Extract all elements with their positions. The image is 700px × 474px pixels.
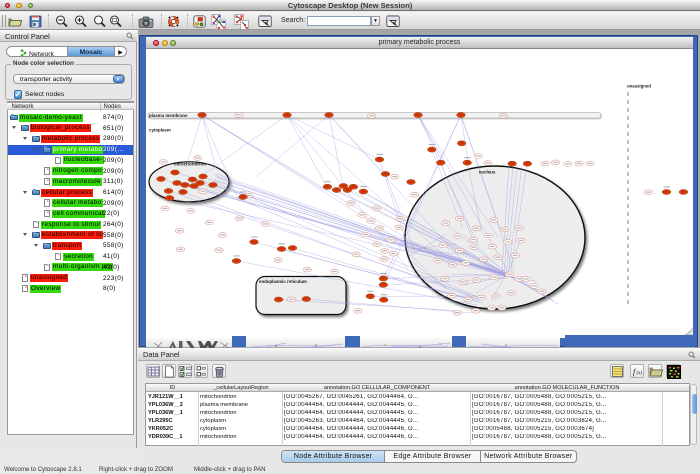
svg-text:nucleus: nucleus <box>479 170 496 175</box>
svg-text:plasma membrane: plasma membrane <box>149 113 188 118</box>
svg-text:endoplasmic reticulum: endoplasmic reticulum <box>259 279 307 284</box>
svg-text:cytoplasm: cytoplasm <box>149 128 171 133</box>
svg-text:(x): (x) <box>637 371 643 376</box>
svg-text:unassigned: unassigned <box>627 84 651 89</box>
svg-text:mitochondrion: mitochondrion <box>174 162 206 167</box>
